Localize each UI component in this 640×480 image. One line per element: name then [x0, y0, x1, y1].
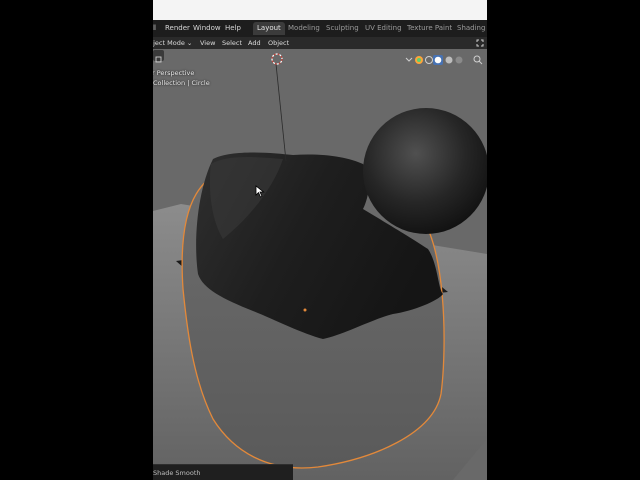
mouse-cursor-icon	[255, 185, 265, 198]
shading-wireframe-icon[interactable]	[425, 56, 433, 64]
tab-sculpting[interactable]: Sculpting	[322, 22, 363, 35]
mode-selector[interactable]: bject Mode ⌄	[153, 39, 192, 47]
shading-solid-icon[interactable]	[433, 55, 443, 65]
chevron-down-icon: ⌄	[186, 39, 193, 47]
top-menubar: ll Render Window Help Layout Modeling Sc…	[153, 20, 487, 37]
tab-layout[interactable]: Layout	[253, 22, 285, 35]
last-operation-label: Shade Smooth	[153, 469, 201, 477]
menu-view[interactable]: View	[200, 39, 215, 47]
top-white-strip	[153, 0, 487, 20]
menu-window[interactable]: Window	[193, 24, 221, 32]
menu-object[interactable]: Object	[268, 39, 289, 47]
camera-icon[interactable]	[415, 56, 423, 64]
tab-texture-paint[interactable]: Texture Paint	[403, 22, 456, 35]
shading-controls	[404, 51, 487, 65]
last-operator-panel[interactable]: Shade Smooth	[153, 464, 293, 480]
blender-window: ll Render Window Help Layout Modeling Sc…	[153, 0, 487, 480]
tab-modeling[interactable]: Modeling	[284, 22, 324, 35]
view-name-label: r Perspective	[153, 69, 195, 77]
scene-render[interactable]	[153, 49, 487, 480]
view-toggle-icon[interactable]	[153, 50, 164, 63]
menu-edit-partial[interactable]: ll	[153, 24, 156, 32]
3d-cursor-icon[interactable]	[270, 52, 284, 66]
viewport-header: bject Mode ⌄ View Select Add Object	[153, 37, 487, 49]
shading-rendered-icon[interactable]	[455, 56, 463, 64]
collection-label: Collection | Circle	[153, 79, 210, 87]
tab-uv-editing[interactable]: UV Editing	[361, 22, 406, 35]
3d-viewport[interactable]: r Perspective Collection | Circle	[153, 49, 487, 480]
menu-add[interactable]: Add	[248, 39, 261, 47]
object-origin-dot	[303, 308, 307, 312]
tab-shading[interactable]: Shading	[453, 22, 487, 35]
sphere-mesh[interactable]	[363, 108, 487, 234]
menu-render[interactable]: Render	[165, 24, 190, 32]
mode-label: bject Mode	[153, 39, 185, 47]
menu-help[interactable]: Help	[225, 24, 241, 32]
maximize-icon[interactable]	[475, 38, 485, 48]
search-icon[interactable]	[473, 55, 483, 65]
shading-material-icon[interactable]	[445, 56, 453, 64]
overlay-dropdown-icon[interactable]	[405, 57, 413, 62]
menu-select[interactable]: Select	[222, 39, 242, 47]
